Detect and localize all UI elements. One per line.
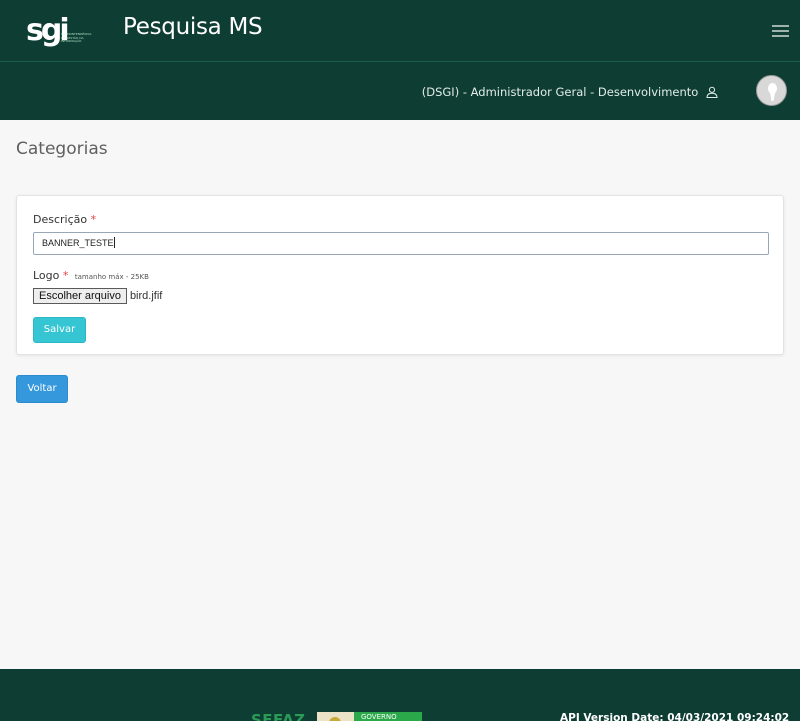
logo-label-row: Logo * tamanho máx - 25KB [33, 269, 149, 282]
api-version: API Version Date: 04/03/2021 09:24:02 [560, 712, 790, 721]
page-title: Categorias [16, 139, 108, 159]
user-menu[interactable]: (DSGI) - Administrador Geral - Desenvolv… [422, 85, 718, 101]
user-label: (DSGI) - Administrador Geral - Desenvolv… [421, 85, 699, 99]
logo-file-input[interactable]: Escolher arquivo bird.jfif [33, 288, 162, 304]
footer: SEFAZ GOVERNO API Version Date: 04/03/20… [0, 669, 800, 721]
logo-text: sgi [26, 13, 70, 48]
save-button[interactable]: Salvar [33, 317, 86, 343]
logo-label: Logo [33, 269, 60, 282]
top-navbar: sgi SUPERINTENDÊNCIA DE GESTÃO DA INFORM… [0, 0, 800, 61]
category-form-card: Descrição * BANNER_TESTE Logo * tamanho … [16, 195, 784, 355]
descricao-label-row: Descrição * [33, 213, 96, 226]
logo-size-hint: tamanho máx - 25KB [74, 273, 149, 281]
required-mark: * [62, 269, 69, 282]
descricao-value: BANNER_TESTE [42, 238, 114, 248]
governo-logo: GOVERNO [317, 712, 422, 721]
state-emblem-icon [317, 712, 354, 721]
back-button[interactable]: Voltar [16, 375, 68, 403]
hamburger-icon[interactable] [772, 24, 789, 37]
sgi-logo[interactable]: sgi SUPERINTENDÊNCIA DE GESTÃO DA INFORM… [26, 13, 92, 49]
descricao-label: Descrição [33, 213, 88, 226]
user-icon [706, 86, 718, 101]
selected-file-name: bird.jfif [129, 290, 163, 302]
choose-file-button[interactable]: Escolher arquivo [33, 288, 127, 304]
descricao-input[interactable]: BANNER_TESTE [33, 232, 769, 255]
user-bar: (DSGI) - Administrador Geral - Desenvolv… [0, 61, 800, 120]
governo-label: GOVERNO [354, 712, 422, 721]
required-mark: * [90, 213, 97, 226]
avatar-icon[interactable] [756, 75, 787, 106]
text-caret [113, 237, 115, 248]
sefaz-logo: SEFAZ [251, 711, 306, 721]
app-title: Pesquisa MS [123, 14, 263, 40]
logo-subtext: SUPERINTENDÊNCIA DE GESTÃO DA INFORMAÇÃO [61, 32, 92, 43]
